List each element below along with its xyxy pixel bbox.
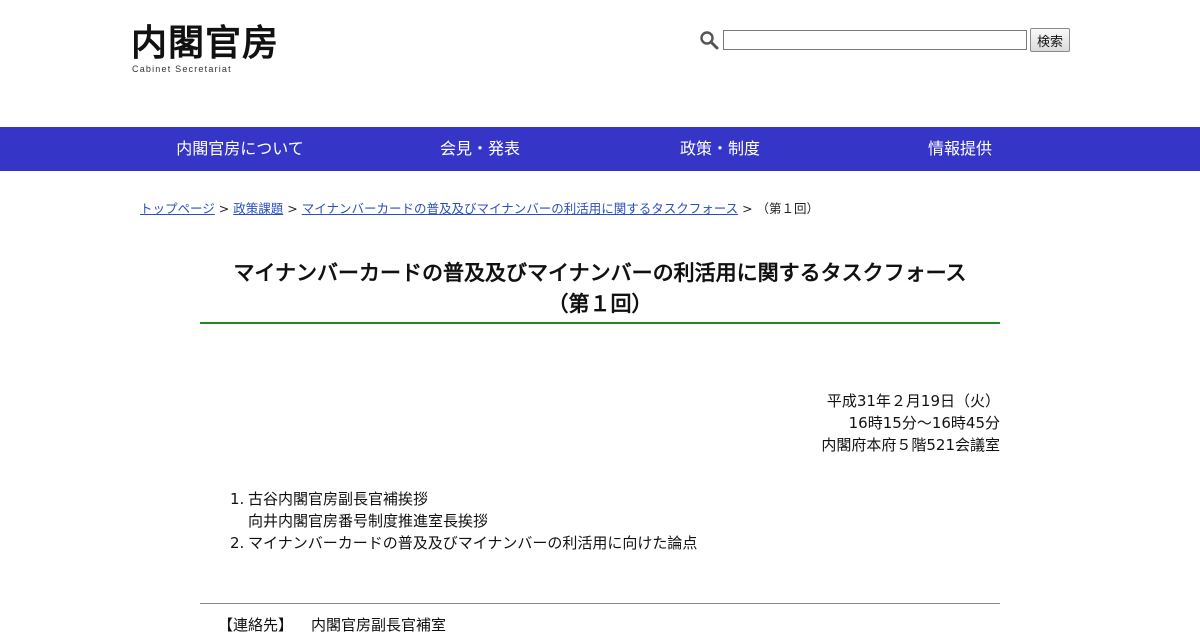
contact-label: 【連絡先】	[218, 616, 294, 634]
agenda-number: 2.	[230, 534, 245, 552]
agenda-item: 1. 古谷内閣官房副長官補挨拶 向井内閣官房番号制度推進室長挨拶	[230, 488, 697, 532]
nav-item-press[interactable]: 会見・発表	[360, 127, 600, 171]
breadcrumb-separator: >	[218, 201, 230, 216]
meeting-date: 平成31年２月19日（火）	[826, 392, 1000, 410]
main-nav: 内閣官房について 会見・発表 政策・制度 情報提供	[0, 127, 1200, 171]
logo-subtitle: Cabinet Secretariat	[132, 64, 232, 74]
nav-item-about[interactable]: 内閣官房について	[120, 127, 360, 171]
title-underline	[200, 322, 1000, 324]
search-bar: 検索	[699, 28, 1071, 52]
agenda-text: マイナンバーカードの普及及びマイナンバーの利活用に向けた論点	[248, 534, 698, 552]
breadcrumb-link-top[interactable]: トップページ	[140, 201, 215, 216]
breadcrumb: トップページ > 政策課題 > マイナンバーカードの普及及びマイナンバーの利活用…	[140, 198, 819, 217]
meeting-time: 16時15分～16時45分	[848, 414, 1000, 432]
agenda-text: 向井内閣官房番号制度推進室長挨拶	[248, 512, 489, 530]
agenda-item: 2. マイナンバーカードの普及及びマイナンバーの利活用に向けた論点	[230, 532, 697, 554]
page-title-line2: （第１回）	[547, 292, 653, 316]
breadcrumb-separator: >	[742, 201, 753, 216]
logo-text: 内閣官房	[131, 22, 280, 64]
nav-item-policy[interactable]: 政策・制度	[600, 127, 840, 171]
breadcrumb-current: （第１回）	[756, 201, 820, 216]
divider	[200, 603, 1000, 604]
agenda-list: 1. 古谷内閣官房副長官補挨拶 向井内閣官房番号制度推進室長挨拶 2. マイナン…	[230, 488, 697, 554]
contact-info: 【連絡先】 内閣官房副長官補室	[218, 614, 464, 635]
breadcrumb-link-taskforce[interactable]: マイナンバーカードの普及及びマイナンバーの利活用に関するタスクフォース	[302, 201, 738, 216]
page-title-line1: マイナンバーカードの普及及びマイナンバーの利活用に関するタスクフォース	[233, 261, 967, 285]
search-icon	[700, 31, 719, 50]
breadcrumb-link-policy[interactable]: 政策課題	[233, 201, 283, 216]
contact-value: 内閣官房副長官補室	[311, 616, 447, 634]
breadcrumb-separator: >	[287, 201, 298, 216]
meeting-place: 内閣府本府５階521会議室	[821, 436, 1000, 454]
meeting-info: 平成31年２月19日（火） 16時15分～16時45分 内閣府本府５階521会議…	[821, 390, 1000, 456]
page-title: マイナンバーカードの普及及びマイナンバーの利活用に関するタスクフォース （第１回…	[200, 258, 1000, 320]
nav-item-info[interactable]: 情報提供	[840, 127, 1080, 171]
agenda-number: 1.	[230, 490, 245, 508]
search-input[interactable]	[723, 30, 1027, 50]
search-button[interactable]: 検索	[1030, 28, 1071, 52]
cabinet-secretariat-logo[interactable]: 内閣官房 Cabinet Secretariat	[131, 24, 279, 74]
agenda-text: 古谷内閣官房副長官補挨拶	[248, 490, 429, 508]
